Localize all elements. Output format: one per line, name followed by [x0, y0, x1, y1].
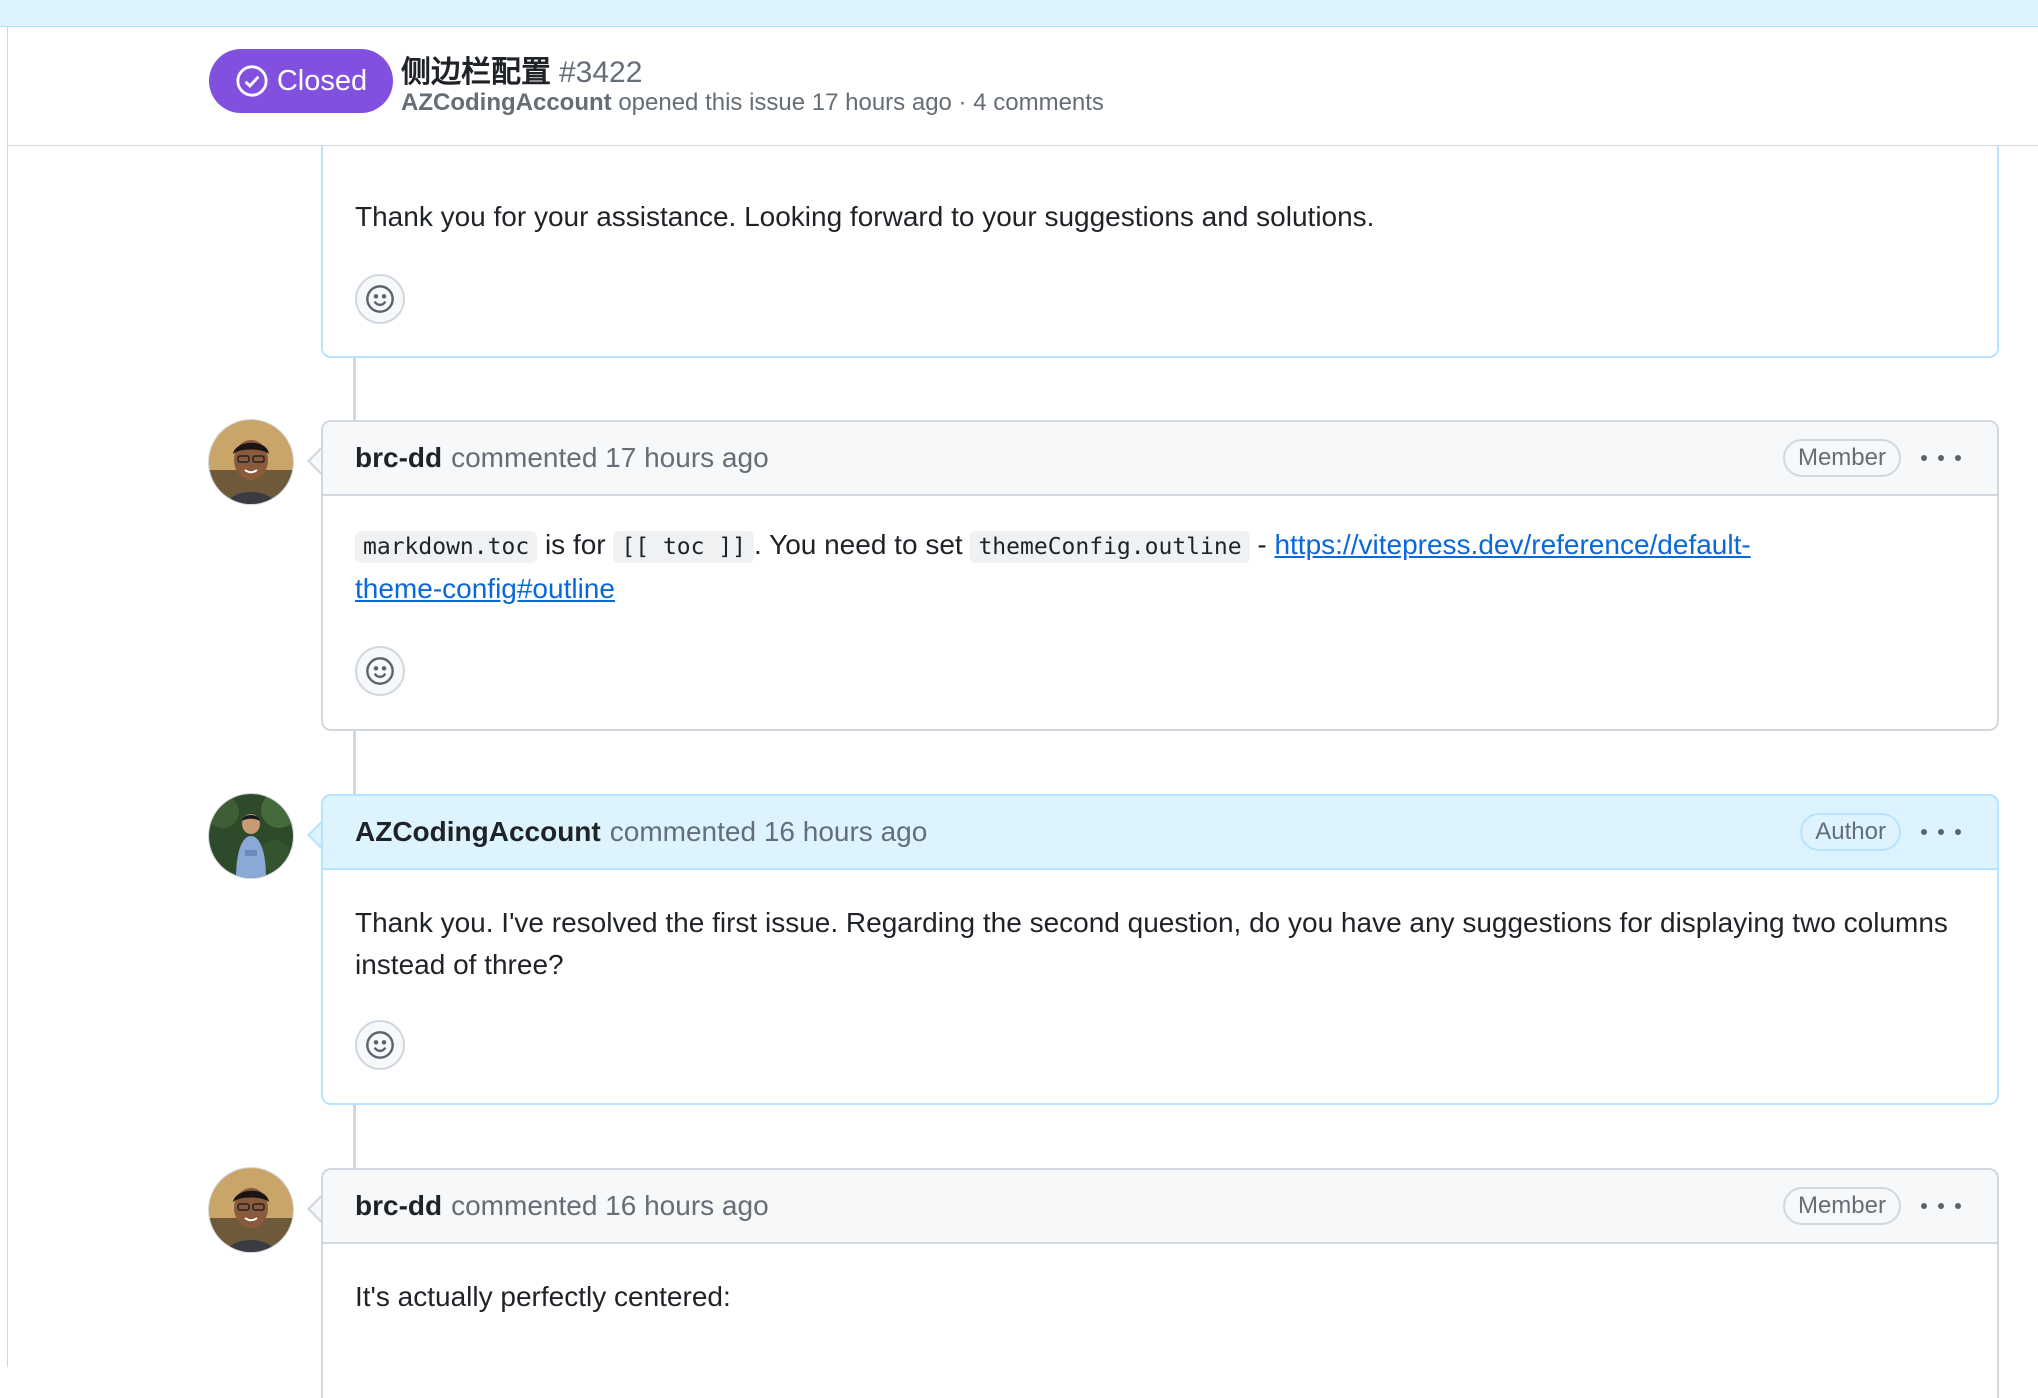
comment-body-text: Thank you for your assistance. Looking f…: [355, 201, 1375, 232]
smiley-icon: [366, 657, 394, 685]
inline-code: markdown.toc: [355, 531, 538, 563]
comment-timestamp[interactable]: commented 16 hours ago: [451, 1190, 769, 1222]
issue-state-label: Closed: [276, 64, 368, 97]
avatar-brc-dd[interactable]: [208, 1167, 294, 1253]
avatar-azcodingaccount[interactable]: [208, 793, 294, 879]
kebab-horizontal-icon[interactable]: [1921, 1194, 1961, 1218]
comment-header: brc-dd commented 16 hours ago Member: [323, 1170, 1997, 1244]
comment-timestamp[interactable]: commented 17 hours ago: [451, 442, 769, 474]
timeline-connector: [353, 1105, 356, 1170]
role-badge: Author: [1800, 813, 1901, 851]
comment-brc-dd-2: brc-dd commented 16 hours ago Member It'…: [321, 1168, 1999, 1398]
issue-author-link[interactable]: AZCodingAccount: [401, 89, 612, 116]
check-circle-icon: [236, 65, 268, 97]
kebab-horizontal-icon[interactable]: [1921, 820, 1961, 844]
page-left-border: [7, 26, 8, 1367]
role-badge: Member: [1782, 1187, 1901, 1225]
issue-state-badge: Closed: [209, 49, 393, 113]
issue-title: 侧边栏配置 #3422: [401, 47, 642, 91]
inline-code: themeConfig.outline: [970, 531, 1250, 563]
comment-body-text: markdown.toc is for [[ toc ]]. You need …: [355, 524, 1837, 610]
avatar-image: [209, 794, 293, 878]
comment-pointer: [307, 821, 322, 849]
comment-body-text: It's actually perfectly centered:: [355, 1281, 731, 1312]
comment-author-link[interactable]: AZCodingAccount: [355, 816, 601, 848]
comment-pointer: [307, 447, 322, 475]
add-reaction-button[interactable]: [355, 646, 405, 696]
comment-header: brc-dd commented 17 hours ago Member: [323, 422, 1997, 496]
comment-author-link[interactable]: brc-dd: [355, 1190, 442, 1222]
issue-title-text: 侧边栏配置: [401, 56, 551, 89]
comment-opening-post: Thank you for your assistance. Looking f…: [321, 120, 1999, 358]
top-banner-strip: [0, 0, 2038, 27]
inline-code: [[ toc ]]: [613, 531, 755, 563]
timeline-connector: [353, 731, 356, 796]
body-text: -: [1249, 529, 1275, 560]
comment-pointer: [307, 1195, 322, 1223]
smiley-icon: [366, 285, 394, 313]
issue-meta-text: opened this issue 17 hours ago · 4 comme…: [618, 89, 1104, 116]
add-reaction-button[interactable]: [355, 1020, 405, 1070]
kebab-horizontal-icon[interactable]: [1921, 446, 1961, 470]
role-badge: Member: [1782, 439, 1901, 477]
body-text: . You need to set: [754, 529, 971, 560]
comment-timestamp[interactable]: commented 16 hours ago: [610, 816, 928, 848]
smiley-icon: [366, 1031, 394, 1059]
comment-body-text: Thank you. I've resolved the first issue…: [355, 907, 1948, 980]
add-reaction-button[interactable]: [355, 274, 405, 324]
avatar-brc-dd[interactable]: [208, 419, 294, 505]
comment-header: AZCodingAccount commented 16 hours ago A…: [323, 796, 1997, 870]
comment-brc-dd-1: brc-dd commented 17 hours ago Member mar…: [321, 420, 1999, 731]
comment-author-link[interactable]: brc-dd: [355, 442, 442, 474]
issue-number: #3422: [559, 56, 643, 89]
comment-azcodingaccount: AZCodingAccount commented 16 hours ago A…: [321, 794, 1999, 1105]
timeline-connector: [353, 358, 356, 428]
body-text: is for: [537, 529, 614, 560]
avatar-image: [209, 1168, 293, 1252]
avatar-image: [209, 420, 293, 504]
issue-meta: AZCodingAccount opened this issue 17 hou…: [401, 89, 1104, 117]
sticky-issue-header: Closed 侧边栏配置 #3422 AZCodingAccount opened…: [8, 27, 2038, 146]
